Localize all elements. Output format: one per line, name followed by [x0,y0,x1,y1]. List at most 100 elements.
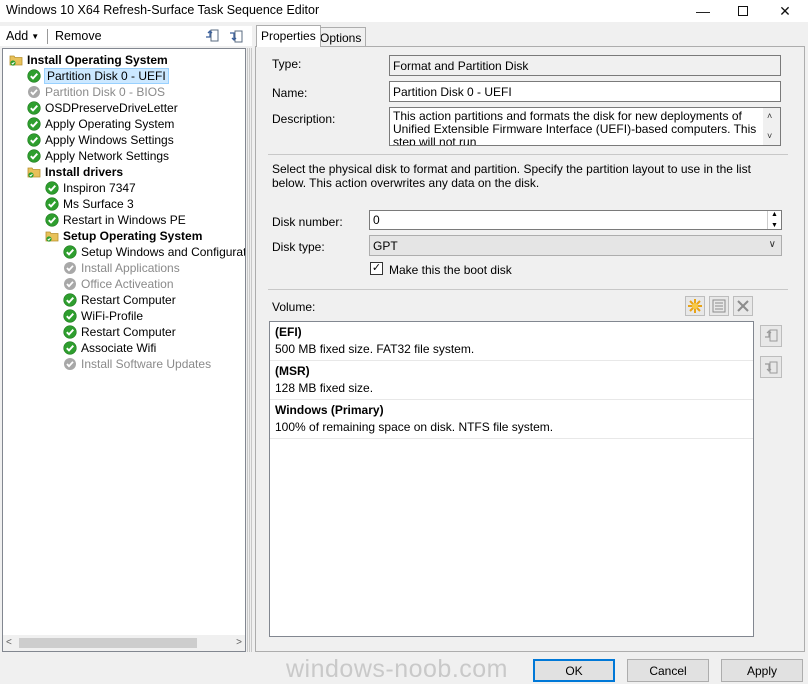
tree-item-label: OSDPreserveDriveLetter [45,101,178,115]
tree-group[interactable]: Install drivers [27,164,123,180]
tree-step[interactable]: Restart in Windows PE [45,212,186,228]
tree-step[interactable]: Install Software Updates [63,356,211,372]
volume-item[interactable]: (EFI) 500 MB fixed size. FAT32 file syste… [270,322,753,361]
success-check-icon [27,117,41,131]
tree-group[interactable]: Setup Operating System [45,228,202,244]
success-check-icon [27,101,41,115]
success-check-icon [63,293,77,307]
tree-item-label: Install Software Updates [81,357,212,371]
maximize-button[interactable] [720,0,766,22]
tree-item-label: Install Applications [81,261,180,275]
tree-step[interactable]: Setup Windows and Configuration [63,244,246,260]
maximize-icon [738,6,748,16]
boot-disk-checkbox[interactable]: ✓ [370,262,383,275]
tree-step[interactable]: Office Activeation [63,276,174,292]
disk-type-value: GPT [373,239,398,253]
scroll-down-icon[interactable]: ˅ [767,130,772,143]
tree-item-label: Inspiron 7347 [63,181,136,195]
tree-step[interactable]: WiFi-Profile [63,308,143,324]
disk-type-select[interactable]: GPT ∨ [369,235,782,256]
disabled-step-icon [63,261,77,275]
section-divider [268,289,788,290]
name-input[interactable]: Partition Disk 0 - UEFI [389,81,781,102]
scroll-up-icon[interactable]: ˄ [767,110,772,123]
apply-button[interactable]: Apply [721,659,803,682]
scroll-left-icon[interactable]: < [6,637,12,648]
success-check-icon [63,325,77,339]
tree-step[interactable]: Restart Computer [63,292,176,308]
volume-list[interactable]: (EFI) 500 MB fixed size. FAT32 file syste… [269,321,754,637]
disabled-step-icon [63,277,77,291]
tab-properties[interactable]: Properties [256,25,321,47]
spin-down-icon[interactable]: ▼ [771,222,778,229]
add-button[interactable]: Add ▼ [6,29,39,43]
tree-item-label: Setup Windows and Configuration [81,245,246,259]
boot-disk-label: Make this the boot disk [389,263,512,277]
partition-properties-button[interactable] [709,296,729,316]
tree-step[interactable]: Apply Operating System [27,116,174,132]
tree-step[interactable]: Apply Windows Settings [27,132,174,148]
tree-item-label: Restart Computer [81,293,176,307]
tree-step[interactable]: Associate Wifi [63,340,156,356]
success-check-icon [27,69,41,83]
success-check-icon [63,309,77,323]
dropdown-arrow-icon: ▼ [31,32,40,41]
checkmark-icon: ✓ [371,262,382,274]
volume-item[interactable]: Windows (Primary) 100% of remaining space… [270,400,753,439]
move-partition-down-button[interactable] [760,356,782,378]
volume-title: Windows (Primary) [275,403,384,417]
tree-step[interactable]: Install Applications [63,260,180,276]
volume-item[interactable]: (MSR) 128 MB fixed size. [270,361,753,400]
close-button[interactable]: ✕ [762,0,808,22]
folder-icon [27,165,41,179]
pane-splitter[interactable] [247,48,252,652]
move-partition-up-button[interactable] [760,325,782,347]
task-sequence-tree[interactable]: < > Install Operating System Partition Di… [2,48,246,652]
tree-group[interactable]: Install Operating System [9,52,168,68]
tree-step[interactable]: Partition Disk 0 - BIOS [27,84,165,100]
disk-number-label: Disk number: [272,215,343,229]
tree-step[interactable]: Restart Computer [63,324,176,340]
tab-options[interactable]: Options [315,27,367,47]
success-check-icon [63,245,77,259]
disk-number-spinner[interactable]: ▲ ▼ [767,211,781,229]
ok-button[interactable]: OK [533,659,615,682]
add-button-label: Add [6,29,29,43]
volume-label: Volume: [272,300,316,314]
spin-up-icon[interactable]: ▲ [771,211,778,218]
tree-item-label: Restart in Windows PE [63,213,186,227]
tree-step[interactable]: Ms Surface 3 [45,196,134,212]
delete-partition-button[interactable] [733,296,753,316]
folder-icon [9,53,23,67]
tree-horizontal-scrollbar[interactable]: < > [3,635,245,651]
type-field: Format and Partition Disk [389,55,781,76]
cancel-button[interactable]: Cancel [627,659,709,682]
move-up-icon[interactable] [204,28,220,44]
tree-item-label: Install Operating System [27,53,168,67]
tree-step[interactable]: Partition Disk 0 - UEFI [27,68,169,84]
remove-button[interactable]: Remove [55,29,102,43]
scroll-thumb[interactable] [19,638,197,648]
disk-info-text: Select the physical disk to format and p… [272,162,751,190]
watermark: windows-noob.com [286,655,508,683]
move-down-icon[interactable] [228,28,244,44]
success-check-icon [63,341,77,355]
tree-step[interactable]: OSDPreserveDriveLetter [27,100,178,116]
tree-item-label: Ms Surface 3 [63,197,134,211]
close-icon: ✕ [779,2,791,19]
section-divider [268,154,788,155]
tree-step[interactable]: Apply Network Settings [27,148,169,164]
volume-detail: 500 MB fixed size. FAT32 file system. [275,342,475,356]
disk-number-stepper[interactable]: 0 ▲ ▼ [369,210,782,230]
success-check-icon [27,133,41,147]
delete-icon [737,300,749,312]
description-input[interactable]: This action partitions and formats the d… [389,107,781,146]
tree-item-label: Partition Disk 0 - BIOS [45,85,166,99]
toolbar-divider [47,29,48,44]
tree-step[interactable]: Inspiron 7347 [45,180,136,196]
new-partition-button[interactable] [685,296,705,316]
type-label: Type: [272,57,302,71]
tree-item-label: Setup Operating System [63,229,203,243]
scroll-right-icon[interactable]: > [236,637,242,648]
description-scrollbar[interactable]: ˄ ˅ [763,108,780,145]
